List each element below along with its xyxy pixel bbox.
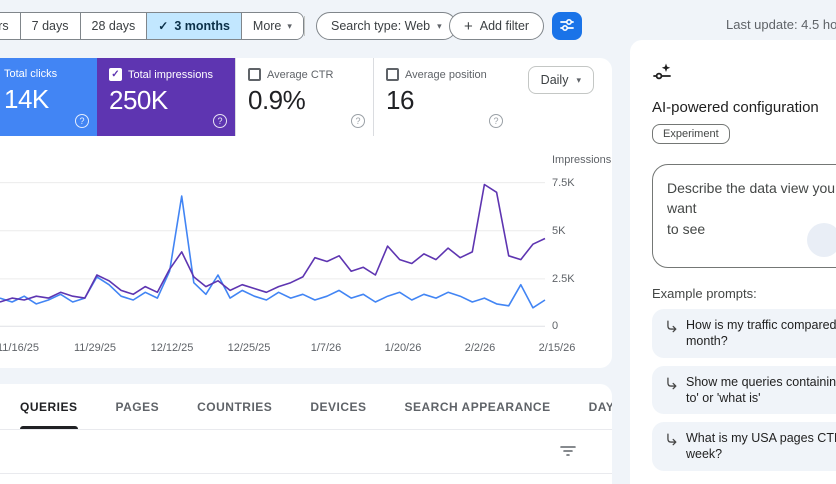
search-type-label: Search type: Web [331, 19, 431, 33]
search-type-button[interactable]: Search type: Web ▾ [316, 12, 457, 40]
x-tick: 1/20/26 [384, 342, 422, 354]
experiment-badge: Experiment [652, 124, 730, 144]
performance-report-card: Total clicks 14K ? ✓ Total impressions 2… [0, 58, 612, 368]
sliders-icon [559, 17, 575, 36]
x-tick: 12/12/25 [150, 342, 194, 354]
example-prompts-label: Example prompts: [652, 286, 757, 301]
metric-label: Average position [405, 68, 487, 81]
tab-devices[interactable]: DEVICES [310, 384, 366, 429]
prompt-arrow-icon [664, 430, 678, 449]
prompt-text: What is my USA pages CTR last week? [686, 431, 836, 462]
y-axis-title: Impressions [552, 154, 612, 166]
dimensions-table-card: QUERIES PAGES COUNTRIES DEVICES SEARCH A… [0, 384, 612, 484]
x-tick: 2/15/26 [538, 342, 576, 354]
tab-countries[interactable]: COUNTRIES [197, 384, 272, 429]
granularity-dropdown[interactable]: Daily ▾ [527, 66, 594, 94]
checkbox-unchecked-icon[interactable] [386, 68, 399, 81]
saved-filters-button[interactable] [552, 12, 582, 40]
metric-value: 250K [109, 85, 168, 115]
metric-label: Total impressions [128, 68, 213, 81]
dimension-tabs: QUERIES PAGES COUNTRIES DEVICES SEARCH A… [0, 384, 612, 430]
ai-prompt-input[interactable]: Describe the data view you want to see [652, 164, 836, 268]
add-filter-label: Add filter [479, 19, 530, 33]
x-tick: 2/2/26 [464, 342, 496, 354]
chevron-down-icon: ▾ [576, 74, 581, 85]
add-filter-button[interactable]: + Add filter [449, 12, 545, 40]
example-prompt-traffic[interactable]: How is my traffic compared to last month… [652, 309, 836, 358]
example-prompt-usa-ctr[interactable]: What is my USA pages CTR last week? [652, 422, 836, 471]
date-range-more[interactable]: More ▾ [240, 13, 303, 39]
metric-card-total-clicks[interactable]: Total clicks 14K ? [0, 58, 97, 136]
filter-list-icon [559, 445, 577, 461]
x-tick: 11/29/25 [73, 342, 117, 354]
tab-search-appearance[interactable]: SEARCH APPEARANCE [405, 384, 551, 429]
help-icon[interactable]: ? [213, 114, 227, 128]
x-tick: 12/25/25 [227, 342, 271, 354]
tab-days[interactable]: DAYS [589, 384, 612, 429]
metric-label: Total clicks [4, 68, 58, 80]
tab-queries[interactable]: QUERIES [20, 384, 78, 429]
example-prompt-queries[interactable]: Show me queries containing 'how to' or '… [652, 365, 836, 414]
performance-line-chart [0, 182, 546, 327]
date-range-24-hours[interactable]: 24 hours [0, 13, 20, 39]
x-tick: 1/7/26 [310, 342, 342, 354]
metric-value: 0.9% [248, 85, 306, 115]
ai-tune-sparkle-icon [652, 63, 672, 86]
date-range-3-months[interactable]: ✓ 3 months [146, 13, 241, 39]
date-range-7-days[interactable]: 7 days [19, 13, 80, 39]
metric-label: Average CTR [267, 68, 334, 81]
tab-pages[interactable]: PAGES [116, 384, 160, 429]
plus-icon: + [464, 17, 473, 35]
table-toolbar [0, 430, 612, 474]
metric-card-total-impressions[interactable]: ✓ Total impressions 250K ? [97, 58, 235, 136]
granularity-label: Daily [540, 73, 569, 87]
date-range-filter-group: 24 hours 7 days 28 days ✓ 3 months More … [0, 12, 304, 40]
search-console-performance-page: 24 hours 7 days 28 days ✓ 3 months More … [0, 0, 836, 484]
help-icon[interactable]: ? [75, 114, 89, 128]
prompt-text: Show me queries containing 'how to' or '… [686, 374, 836, 405]
help-icon[interactable]: ? [351, 114, 365, 128]
table-filter-button[interactable] [558, 443, 578, 461]
x-tick: 11/16/25 [0, 342, 40, 354]
prompt-text: How is my traffic compared to last month… [686, 318, 836, 349]
metric-card-average-position[interactable]: Average position 16 ? [373, 58, 511, 136]
y-tick: 7.5K [552, 177, 575, 189]
ai-panel-title: AI-powered configuration [652, 99, 819, 116]
date-range-28-days[interactable]: 28 days [79, 13, 147, 39]
y-tick: 5K [552, 225, 566, 237]
chart-x-axis: 11/16/25 11/29/25 12/12/25 12/25/25 1/7/… [0, 342, 600, 358]
checkbox-checked-icon[interactable]: ✓ [109, 68, 122, 81]
ai-config-panel: AI-powered configuration Experiment Desc… [630, 40, 836, 484]
chevron-down-icon: ▾ [437, 20, 442, 31]
last-update-text: Last update: 4.5 hours ago [726, 17, 836, 32]
y-tick: 2.5K [552, 273, 575, 285]
checkbox-unchecked-icon[interactable] [248, 68, 261, 81]
prompt-arrow-icon [664, 317, 678, 336]
help-icon[interactable]: ? [489, 114, 503, 128]
send-button[interactable] [807, 223, 836, 257]
prompt-arrow-icon [664, 374, 678, 393]
metric-value: 14K [4, 84, 49, 114]
chevron-down-icon: ▾ [287, 20, 292, 31]
date-range-label: 3 months [174, 19, 230, 33]
toolbar-divider [304, 16, 305, 36]
metric-card-average-ctr[interactable]: Average CTR 0.9% ? [235, 58, 373, 136]
metric-value: 16 [386, 85, 414, 115]
check-icon: ✓ [158, 19, 169, 33]
more-label: More [252, 19, 282, 33]
metric-cards-row: Total clicks 14K ? ✓ Total impressions 2… [0, 58, 612, 136]
y-tick: 0 [552, 320, 559, 332]
